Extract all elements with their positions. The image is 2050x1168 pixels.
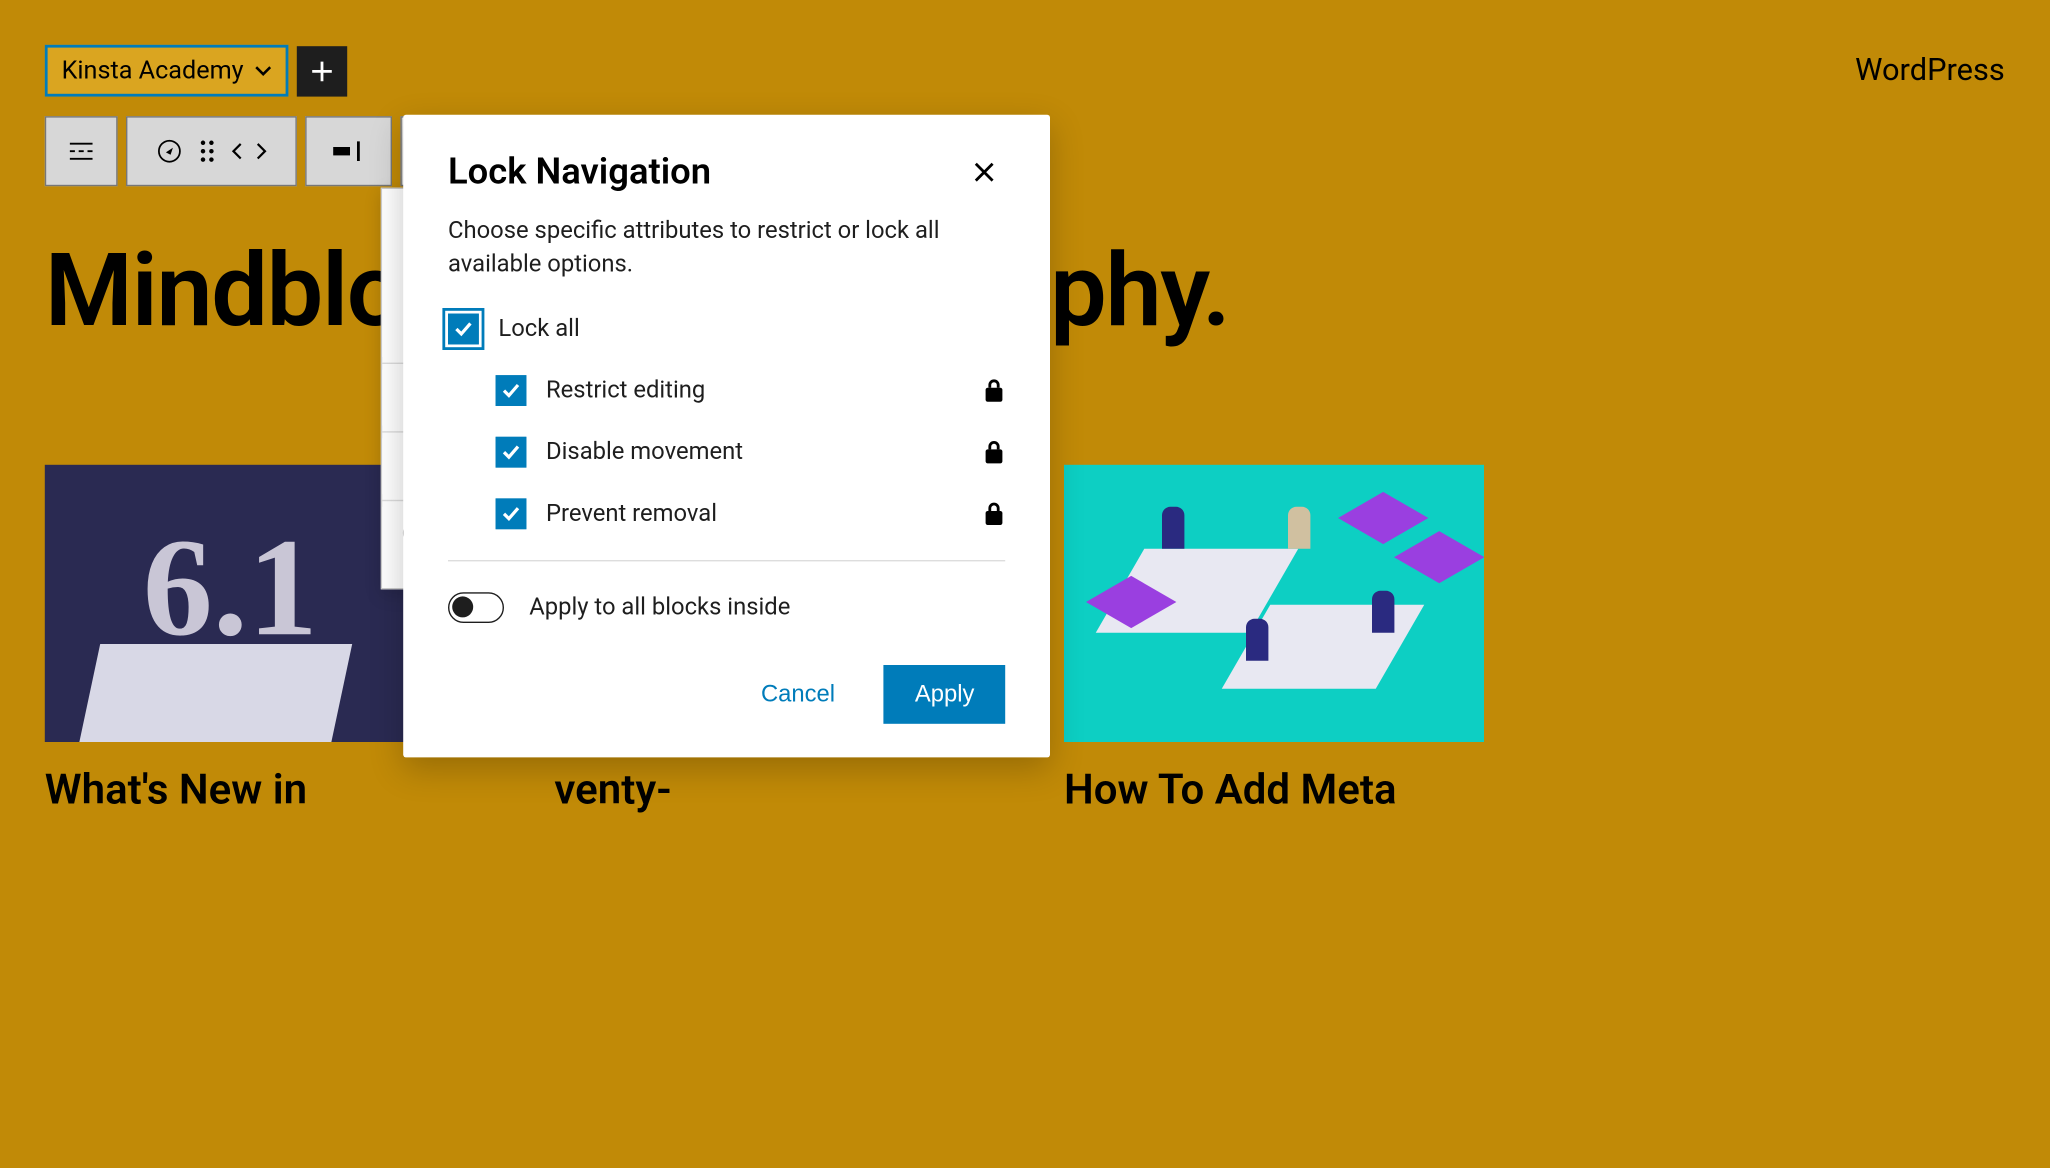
lock-all-checkbox[interactable] <box>448 313 479 344</box>
close-icon <box>970 158 998 186</box>
apply-button[interactable]: Apply <box>884 664 1005 723</box>
compass-icon[interactable] <box>155 137 183 165</box>
prevent-removal-checkbox[interactable] <box>496 498 527 529</box>
add-block-button[interactable] <box>297 46 347 96</box>
disable-movement-checkbox[interactable] <box>496 436 527 467</box>
align-button[interactable] <box>307 118 391 185</box>
modal-title: Lock Navigation <box>448 151 711 193</box>
close-button[interactable] <box>963 151 1005 193</box>
cancel-button[interactable]: Cancel <box>737 664 859 723</box>
restrict-editing-checkbox[interactable] <box>496 375 527 406</box>
post-title[interactable]: How To Add Meta <box>1064 767 1484 815</box>
post-card: How To Add Meta <box>1064 465 1484 816</box>
post-title[interactable]: venty- <box>554 767 974 815</box>
option-label: Restrict editing <box>546 376 705 404</box>
lock-icon <box>983 377 1005 402</box>
nav-menu-label: Kinsta Academy <box>62 56 244 85</box>
post-thumbnail[interactable] <box>1064 465 1484 742</box>
move-arrows-icon[interactable] <box>231 140 267 162</box>
nav-menu-select[interactable]: Kinsta Academy <box>45 45 289 97</box>
drag-handle-icon[interactable] <box>197 139 217 164</box>
lock-icon <box>983 501 1005 526</box>
post-title[interactable]: What's New in <box>45 767 465 815</box>
navigation-block: Kinsta Academy <box>45 45 347 97</box>
lock-all-label: Lock all <box>498 314 579 342</box>
navigation-block-icon[interactable] <box>46 118 116 185</box>
toggle-label: Apply to all blocks inside <box>529 593 790 621</box>
option-label: Disable movement <box>546 438 743 466</box>
modal-description: Choose specific attributes to restrict o… <box>448 216 1005 283</box>
lock-modal: Lock Navigation Choose specific attribut… <box>403 115 1050 757</box>
lock-icon <box>983 439 1005 464</box>
chevron-down-icon <box>255 65 272 76</box>
wordpress-link[interactable]: WordPress <box>1855 53 2005 88</box>
apply-all-toggle[interactable] <box>448 592 504 623</box>
option-label: Prevent removal <box>546 499 717 527</box>
